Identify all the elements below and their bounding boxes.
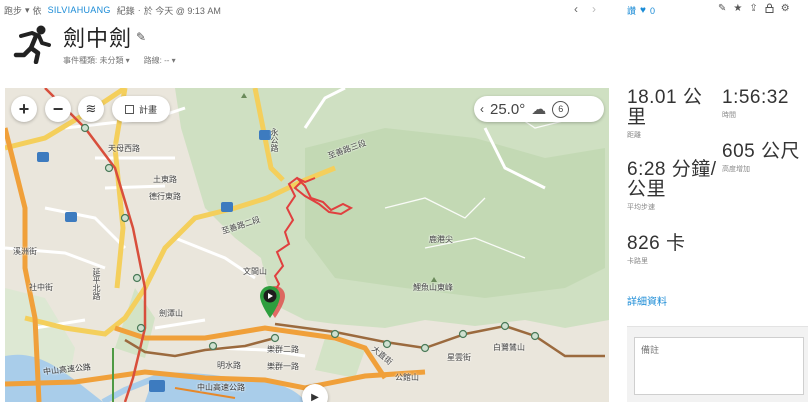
event-type-select[interactable]: 事件種類: 未分類 ▾ [63,55,130,66]
activity-title: 劍中劍 ✎ [63,21,147,53]
start-pin-icon[interactable] [259,284,285,320]
zoom-out-button[interactable]: − [45,96,71,122]
stat-distance: 18.01 公里 距離 [627,88,719,140]
map-label-dexing-e: 德行東路 [149,192,181,201]
route-select[interactable]: 路線: -- ▾ [144,55,176,66]
duration-label: 時間 [722,112,736,119]
running-icon [13,25,51,64]
stat-duration: 1:56:32 時間 [722,88,789,120]
map-label-tudong: 土東路 [153,175,177,184]
map-label-lehe: 樂群一路 [267,362,299,371]
map-label-jiantan: 劍潭山 [159,309,183,318]
next-activity-button[interactable]: › [592,2,596,16]
activity-filters: 事件種類: 未分類 ▾ 路線: -- ▾ [63,55,176,66]
like-count: 0 [649,5,655,16]
lock-icon[interactable] [765,3,774,15]
layers-icon: ≋ [85,101,97,116]
map-label-yanjiu: 延平北路 [92,268,101,300]
map-label-xizhou: 溪洲街 [13,247,37,256]
distance-label: 距離 [627,132,641,139]
zoom-in-button[interactable]: + [11,96,37,122]
map-base [5,88,609,402]
by-label: 依 [32,5,42,16]
map-label-liyu: 鯉魚山東峰 [413,283,453,292]
distance-value: 18.01 公里 [627,87,703,128]
map-label-xiaowan: 星雲街 [447,353,471,362]
map-label-shezhong: 社中街 [29,283,53,292]
edit-title-icon[interactable]: ✎ [136,30,147,44]
elevation-label: 高度增加 [722,166,750,173]
like-label: 讚 [627,6,637,16]
record-label: 紀錄 [116,5,135,16]
route-map[interactable]: 天母西路 土東路 德行東路 永公路 至善路三段 至善路二段 文間山 劍潭山 溪洲… [5,88,609,402]
calories-label: 卡路里 [627,258,648,265]
activity-time: 於 今天 @ 9:13 AM [143,5,221,16]
notes-panel [627,326,808,402]
stat-calories: 826 卡 卡路里 [627,234,685,266]
map-label-baishi: 白鷺鷥山 [493,343,525,352]
previous-activity-button[interactable]: ‹ [574,2,578,16]
weather-temperature: 25.0° [490,100,526,118]
plan-label: 計畫 [138,104,157,115]
map-label-tianmu-w: 天母西路 [108,144,140,153]
stat-pace: 6:28 分鐘/公里 平均步速 [627,160,719,212]
like-box[interactable]: 讚 ♥ 0 [627,4,655,17]
star-icon[interactable]: ★ [733,3,742,15]
activity-type-caret-icon[interactable]: ▾ [25,5,30,16]
wind-speed-badge: 6 [552,100,570,118]
elevation-value: 605 公尺 [722,141,800,162]
pace-label: 平均步速 [627,204,655,211]
details-link[interactable]: 詳細資料 [627,293,667,308]
plan-checkbox[interactable] [124,104,134,114]
layers-button[interactable]: ≋ [78,96,104,122]
owner-link[interactable]: SILVIAHUANG [48,5,111,15]
pencil-icon[interactable]: ✎ [718,3,726,15]
map-label-wenlan: 文間山 [243,267,267,276]
map-label-zhongshan-hw2: 中山高速公路 [197,383,245,392]
notes-field[interactable] [634,337,804,395]
map-label-gongguan: 公館山 [395,373,419,382]
activity-navigation: ‹ › [574,2,596,16]
activity-toolbar: ✎ ★ ⇪ ⚙ [718,3,790,15]
map-label-mingshui: 明水路 [217,361,241,370]
share-icon[interactable]: ⇪ [749,3,757,15]
activity-type-menu[interactable]: 跑步 [4,4,22,17]
stat-elevation: 605 公尺 高度增加 [722,142,800,174]
pace-value: 6:28 分鐘/公里 [627,159,717,200]
map-label-yong-road: 永公路 [270,128,279,152]
gear-icon[interactable]: ⚙ [781,3,790,15]
weather-widget[interactable]: ‹ 25.0° ☁ 6 [474,96,604,122]
cloud-icon: ☁ [531,101,547,118]
map-label-lehe2: 樂群二路 [267,345,299,354]
activity-meta: 跑步 ▾ 依 SILVIAHUANG 紀錄 · 於 今天 @ 9:13 AM [4,4,221,17]
activity-title-text: 劍中劍 [63,26,133,51]
calories-value: 826 卡 [627,233,686,254]
weather-chevron-icon[interactable]: ‹ [480,102,484,116]
duration-value: 1:56:32 [722,87,789,108]
map-label-xiangang: 鹿港尖 [429,235,453,244]
heart-icon[interactable]: ♥ [640,5,646,16]
plan-toggle[interactable]: 計畫 [112,96,170,122]
